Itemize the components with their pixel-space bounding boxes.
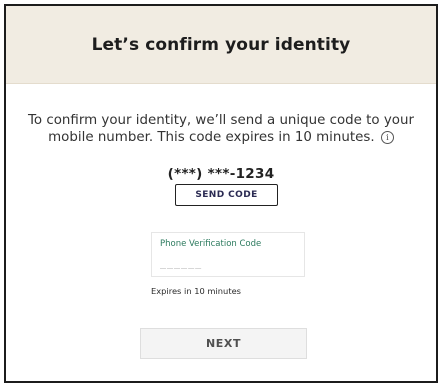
identity-confirmation-modal: Let’s confirm your identity To confirm y… xyxy=(4,4,438,383)
next-button[interactable]: NEXT xyxy=(140,328,307,359)
verification-code-input[interactable] xyxy=(160,256,290,270)
modal-title: Let’s confirm your identity xyxy=(91,34,351,55)
description-line-2: mobile number. This code expires in 10 m… xyxy=(6,129,436,146)
description-line-1: To confirm your identity, we’ll send a u… xyxy=(28,113,414,128)
modal-description: To confirm your identity, we’ll send a u… xyxy=(6,112,436,146)
masked-phone-number: (***) ***-1234 xyxy=(167,166,275,182)
modal-header: Let’s confirm your identity xyxy=(6,6,436,84)
phone-verification-code-field[interactable]: Phone Verification Code xyxy=(151,232,305,277)
description-line-2-text: mobile number. This code expires in 10 m… xyxy=(48,130,375,145)
expiry-note: Expires in 10 minutes xyxy=(151,286,241,296)
send-code-button[interactable]: SEND CODE xyxy=(175,184,278,206)
verification-code-label: Phone Verification Code xyxy=(160,239,262,249)
info-circle-icon[interactable]: i xyxy=(380,131,394,144)
